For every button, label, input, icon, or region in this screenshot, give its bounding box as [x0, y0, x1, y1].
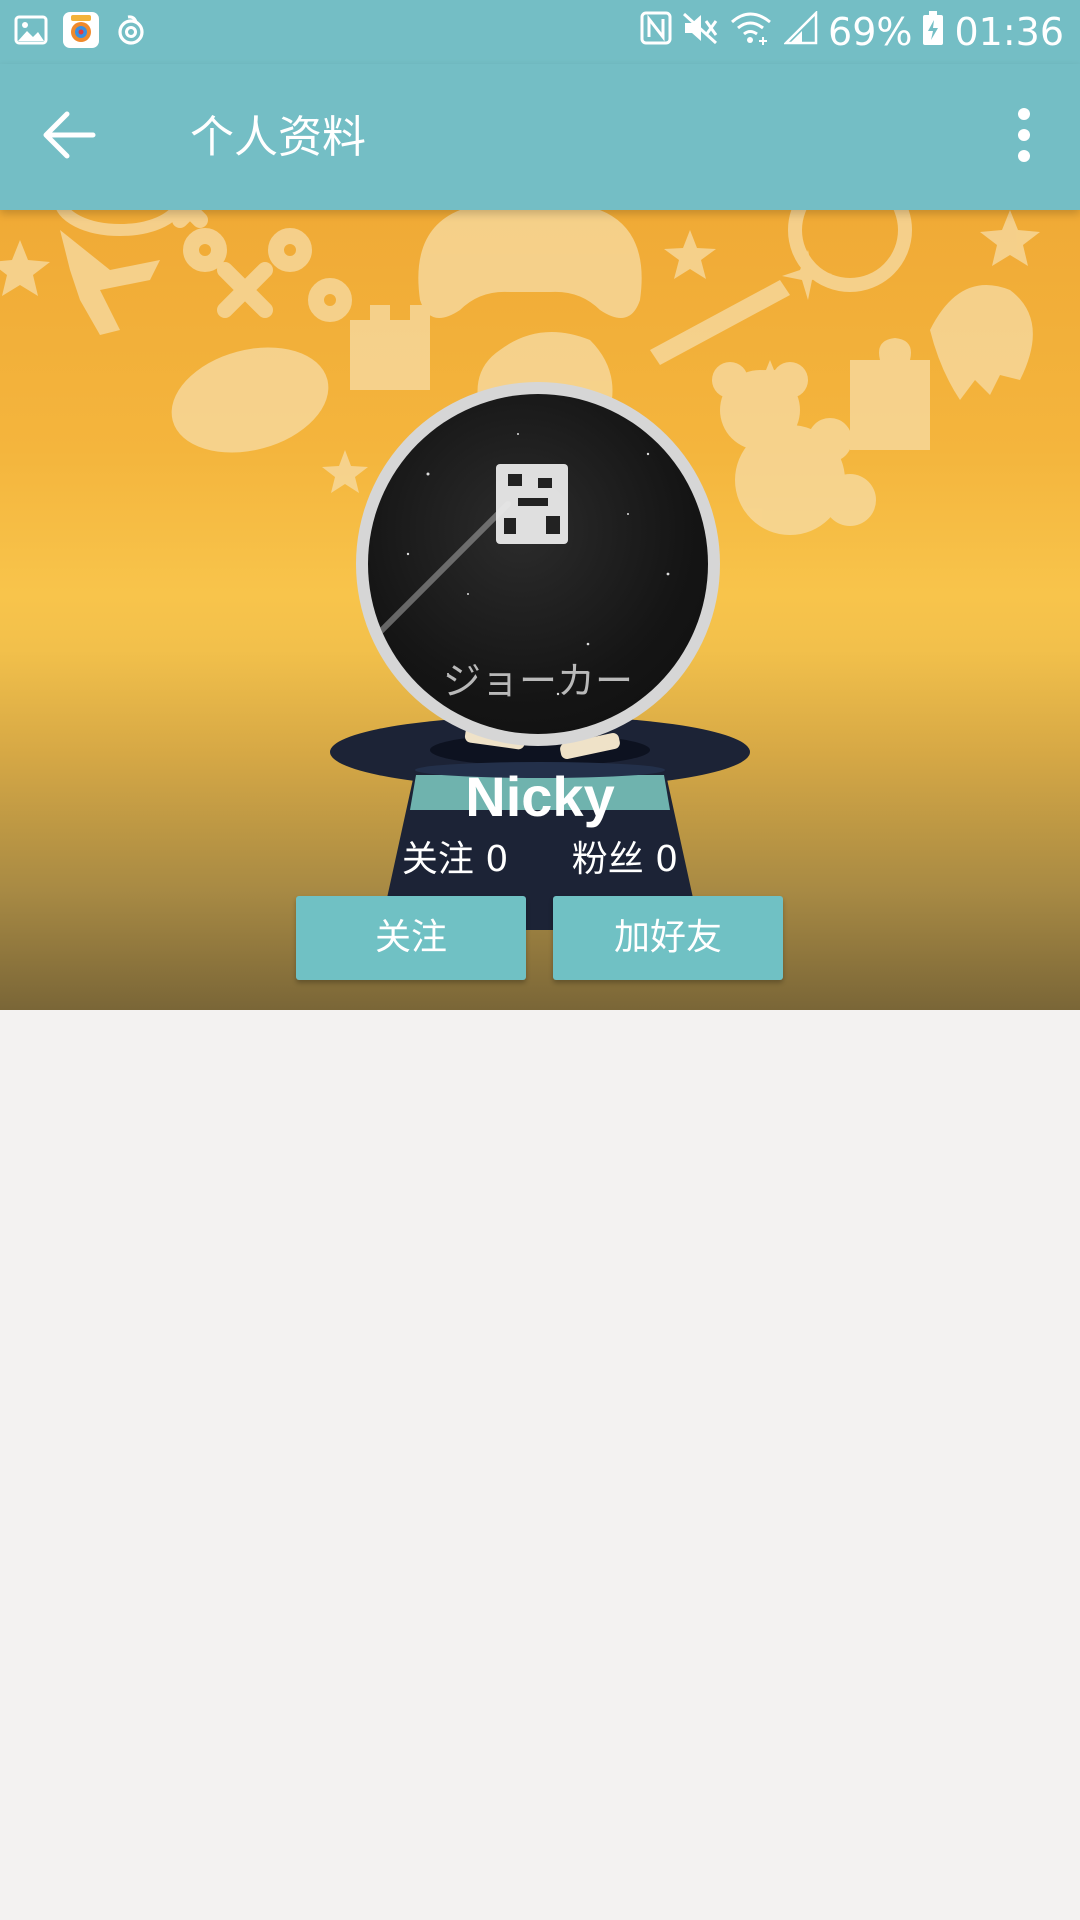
nfc-icon — [640, 10, 672, 54]
add-friend-button[interactable]: 加好友 — [553, 896, 783, 980]
gallery-icon — [14, 15, 48, 49]
battery-percent: 69% — [828, 10, 913, 54]
arrow-left-icon — [41, 109, 97, 165]
screen: 69% 01:36 个人资料 ジョーカー Nicky 关注 0 粉丝 0 关注 … — [0, 0, 1080, 1920]
clock: 01:36 — [954, 10, 1064, 54]
follow-button[interactable]: 关注 — [296, 896, 526, 980]
profile-header: ジョーカー Nicky 关注 0 粉丝 0 关注 加好友 — [0, 210, 1080, 1010]
username: Nicky — [465, 765, 615, 828]
avatar-image: ジョーカー — [368, 394, 708, 734]
wifi-icon — [730, 10, 774, 55]
more-vert-icon — [1016, 107, 1032, 167]
app-bar: 个人资料 — [0, 64, 1080, 210]
page-title: 个人资料 — [190, 112, 366, 163]
mute-icon — [682, 10, 720, 54]
status-bar: 69% 01:36 — [0, 0, 1080, 64]
signal-icon — [782, 9, 818, 54]
notification-icons — [14, 12, 148, 52]
netease-music-icon — [114, 13, 148, 51]
back-button[interactable] — [34, 102, 104, 172]
system-status: 69% 01:36 — [640, 8, 1064, 56]
following-count[interactable]: 关注 0 — [402, 834, 508, 886]
app-badge-icon — [62, 11, 100, 53]
avatar[interactable]: ジョーカー — [356, 382, 720, 746]
content-area — [0, 1010, 1080, 1920]
stats-row: 关注 0 粉丝 0 — [0, 834, 1080, 886]
followers-count[interactable]: 粉丝 0 — [572, 834, 678, 886]
avatar-caption: ジョーカー — [443, 659, 633, 703]
more-options-button[interactable] — [992, 102, 1056, 172]
battery-charging-icon — [922, 10, 944, 55]
